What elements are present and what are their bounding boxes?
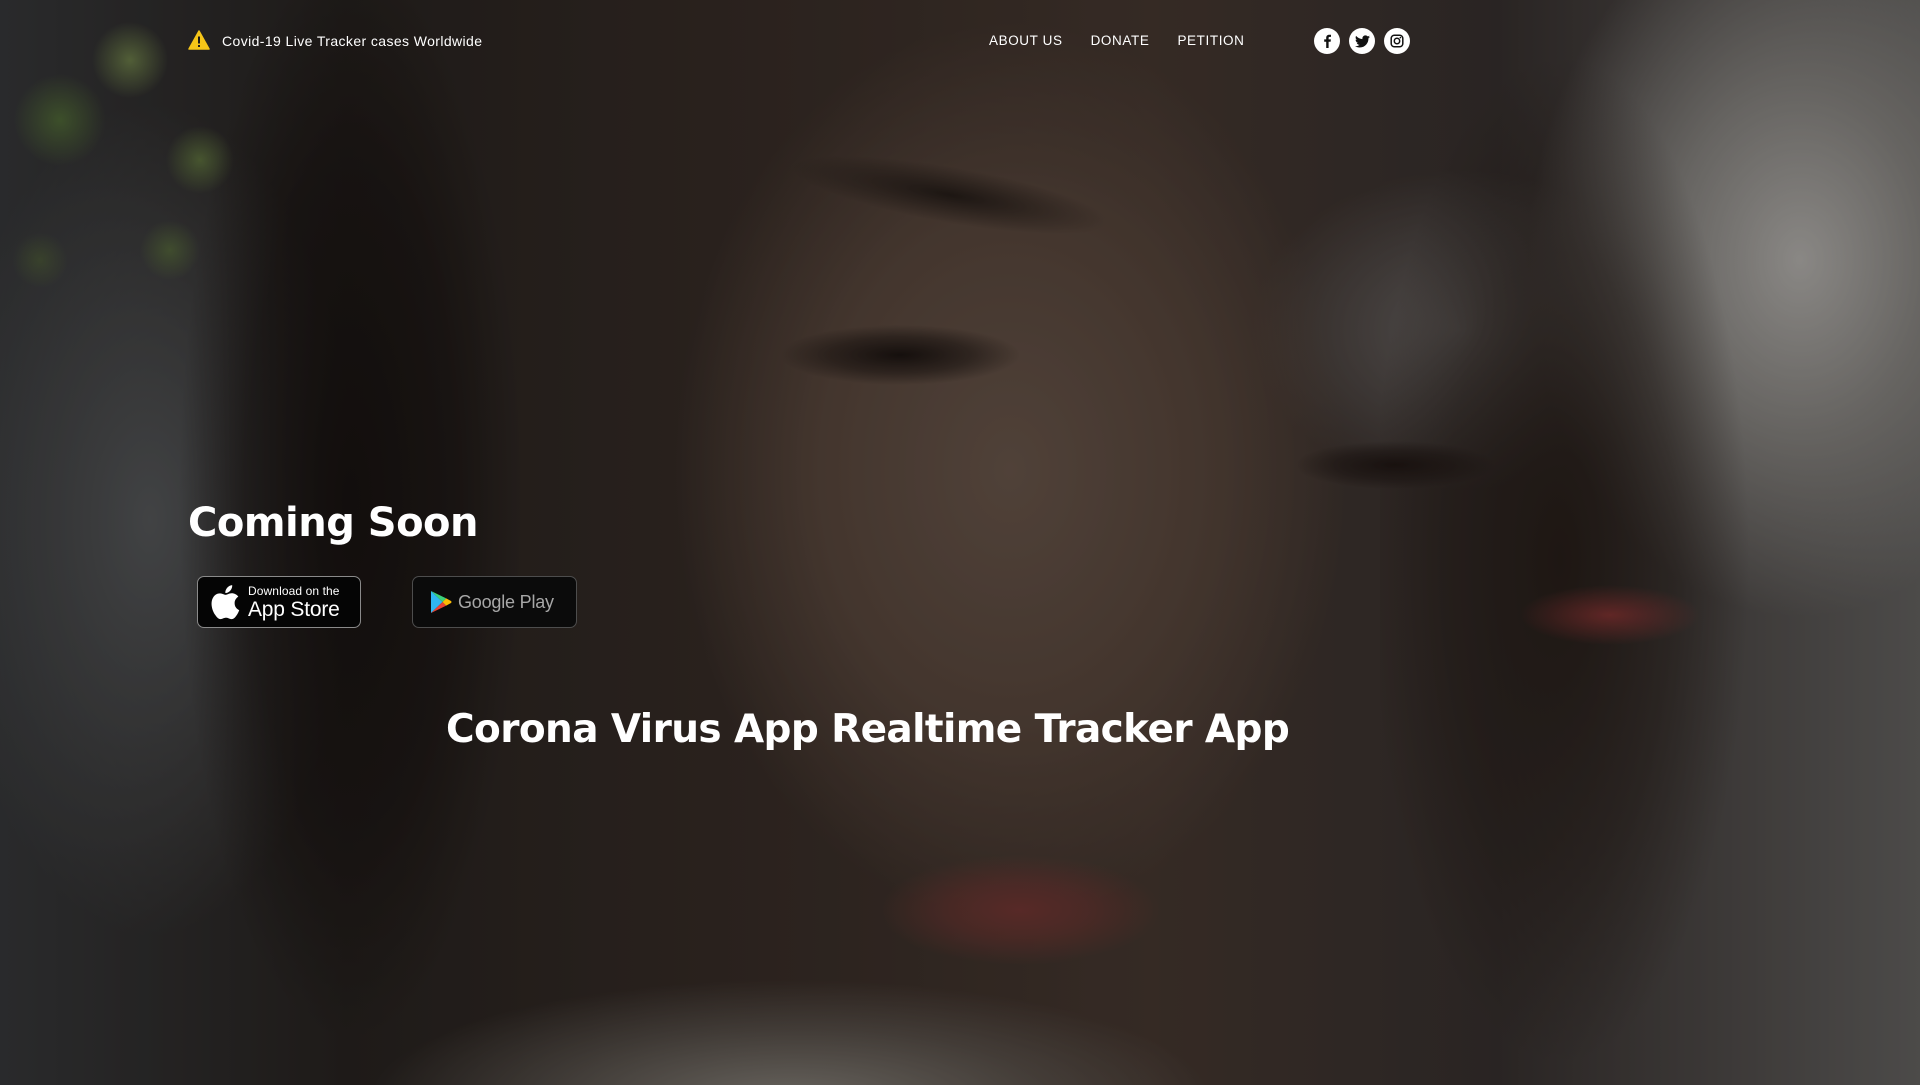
social-links bbox=[1314, 28, 1410, 54]
nav-petition[interactable]: PETITION bbox=[1177, 33, 1244, 48]
app-store-small-text: Download on the bbox=[248, 583, 340, 598]
landing-page: Covid-19 Live Tracker cases Worldwide AB… bbox=[0, 0, 1920, 1085]
app-store-label: Download on the App Store bbox=[248, 585, 340, 620]
coming-soon-heading: Coming Soon bbox=[188, 500, 479, 546]
instagram-link[interactable] bbox=[1384, 28, 1410, 54]
nav-donate[interactable]: DONATE bbox=[1091, 33, 1150, 48]
twitter-icon bbox=[1354, 34, 1370, 47]
instagram-icon bbox=[1390, 34, 1404, 48]
facebook-icon bbox=[1324, 34, 1331, 48]
apple-icon bbox=[211, 585, 240, 620]
app-store-big-text: App Store bbox=[248, 597, 340, 621]
brand[interactable]: Covid-19 Live Tracker cases Worldwide bbox=[188, 30, 482, 52]
google-play-icon bbox=[431, 591, 452, 613]
main-nav: ABOUT US DONATE PETITION bbox=[989, 33, 1245, 48]
app-store-button[interactable]: Download on the App Store bbox=[197, 576, 361, 628]
google-play-text: Google Play bbox=[458, 591, 554, 612]
brand-text: Covid-19 Live Tracker cases Worldwide bbox=[222, 33, 483, 49]
tagline-heading: Corona Virus App Realtime Tracker App bbox=[446, 707, 1290, 752]
nav-about-us[interactable]: ABOUT US bbox=[989, 33, 1063, 48]
google-play-button[interactable]: Google Play bbox=[412, 576, 577, 628]
site-header: Covid-19 Live Tracker cases Worldwide AB… bbox=[0, 0, 1920, 84]
warning-icon bbox=[188, 30, 210, 52]
facebook-link[interactable] bbox=[1314, 28, 1340, 54]
twitter-link[interactable] bbox=[1349, 28, 1375, 54]
